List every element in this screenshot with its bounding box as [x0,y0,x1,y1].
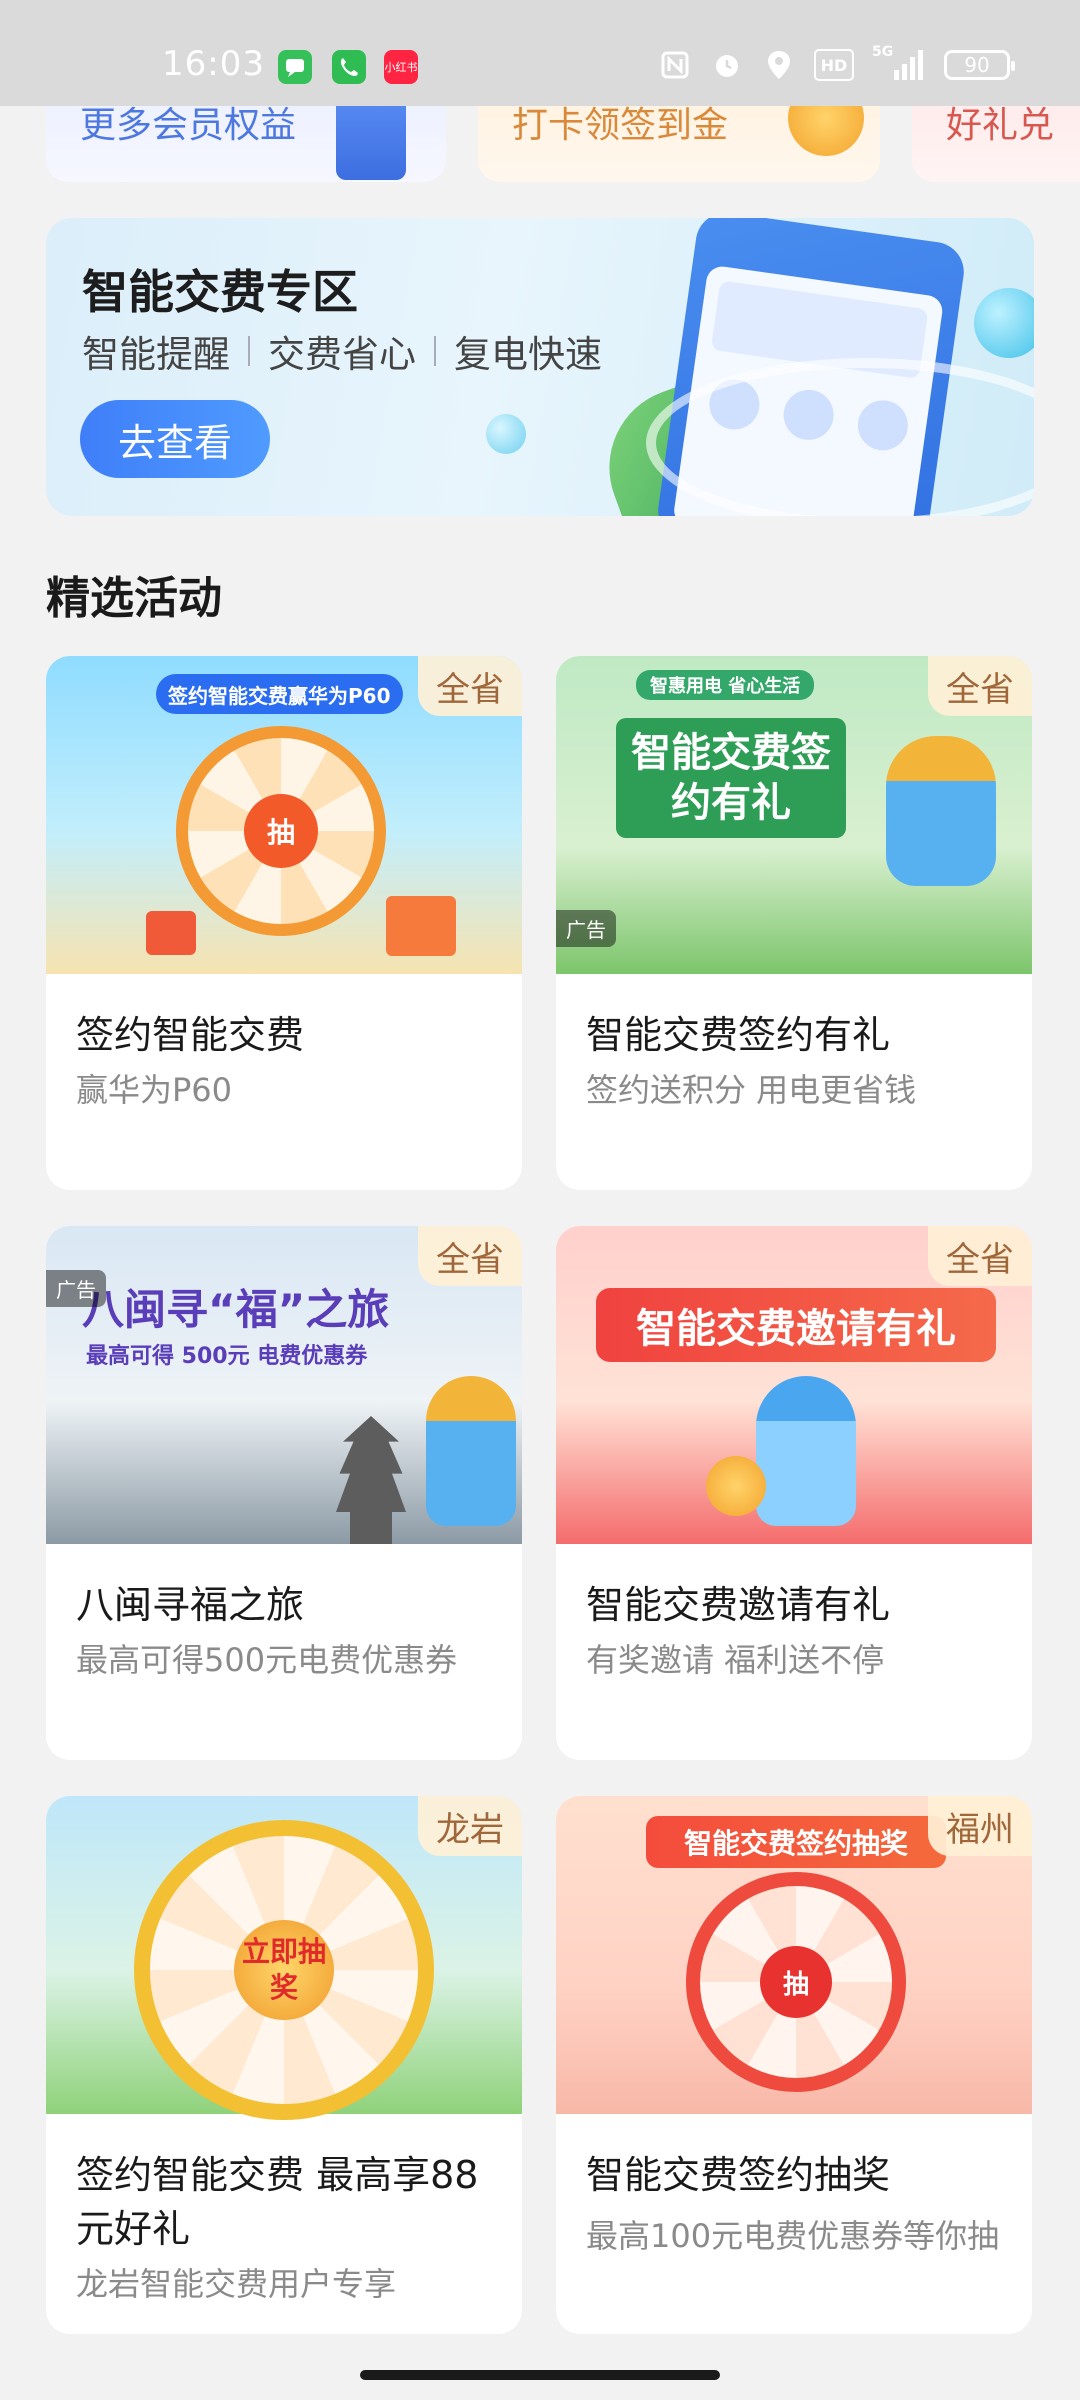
region-tag: 全省 [418,656,522,716]
banner-title: 智能交费专区 [82,265,358,319]
status-time: 16:03 [162,44,265,84]
ad-label: 广告 [556,910,616,947]
activity-subtitle: 有奖邀请 福利送不停 [586,1641,885,1679]
alarm-icon [710,48,744,82]
gold-coin-icon [706,1456,766,1516]
activity-title: 签约智能交费 [76,1013,305,1057]
bubble-decoration [974,288,1034,358]
activity-card[interactable]: 八闽寻“福”之旅 最高可得 500元 电费优惠券 广告 全省 八闽寻福之旅 最高… [46,1226,522,1760]
gift-box-icon [386,896,456,956]
view-button[interactable]: 去查看 [80,400,270,478]
mascot-illustration [886,736,996,886]
activity-card[interactable]: 智能交费签约抽奖 抽 福州 智能交费签约抽奖 最高100元电费优惠券等你抽 [556,1796,1032,2334]
activity-title: 八闽寻福之旅 [76,1583,305,1627]
mascot-illustration [426,1376,516,1526]
region-tag: 福州 [928,1796,1032,1856]
activity-card[interactable]: 立即抽奖 龙岩 签约智能交费 最高享88元好礼 龙岩智能交费用户专享 [46,1796,522,2334]
banner-sub-3: 复电快速 [454,333,602,376]
activity-card[interactable]: 智惠用电 省心生活 智能交费签约有礼 广告 全省 智能交费签约有礼 签约送积分 … [556,656,1032,1190]
activity-title: 智能交费签约抽奖 [586,2153,891,2197]
pagoda-illustration [336,1416,406,1544]
5g-signal-icon: 5G [872,44,926,82]
wheel-center: 立即抽奖 [234,1920,334,2020]
activity-subtitle: 赢华为P60 [76,1071,233,1109]
image-tagline: 最高可得 500元 电费优惠券 [86,1344,368,1369]
divider [434,336,436,366]
image-headline: 智能交费签约抽奖 [646,1816,946,1868]
banner-subtitle: 智能提醒 交费省心 复电快速 [82,324,602,378]
image-headline: 智能交费签约有礼 [616,718,846,838]
section-title: 精选活动 [46,573,222,624]
divider [248,336,250,366]
status-bar: 16:03 小红书 HD 5G 90 [0,0,1080,106]
xiaohongshu-app-icon: 小红书 [384,50,418,84]
battery-indicator: 90 [944,50,1015,80]
activity-subtitle: 最高可得500元电费优惠券 [76,1641,458,1679]
messages-app-icon [278,50,312,84]
image-headline: 签约智能交费赢华为P60 [156,674,403,714]
gift-box-icon [146,911,196,955]
network-label: 5G [872,44,894,60]
image-headline: 智能交费邀请有礼 [596,1288,996,1362]
banner-sub-2: 交费省心 [268,333,416,376]
location-icon [762,48,796,82]
nfc-icon [658,48,692,82]
activity-title: 智能交费签约有礼 [586,1013,891,1057]
region-tag: 龙岩 [418,1796,522,1856]
wheel-center: 抽 [244,794,318,868]
wheel-center: 抽 [760,1946,832,2018]
image-tagline: 智惠用电 省心生活 [636,670,815,700]
home-indicator[interactable] [360,2370,720,2380]
activity-subtitle: 龙岩智能交费用户专享 [76,2265,397,2303]
region-tag: 全省 [928,656,1032,716]
bubble-decoration [486,414,526,454]
image-headline: 八闽寻“福”之旅 [82,1285,390,1334]
activity-subtitle: 最高100元电费优惠券等你抽 [586,2217,1000,2255]
activity-title: 智能交费邀请有礼 [586,1583,891,1627]
mascot-illustration [756,1376,856,1526]
activity-subtitle: 签约送积分 用电更省钱 [586,1071,917,1109]
activity-card[interactable]: 签约智能交费赢华为P60 抽 全省 签约智能交费 赢华为P60 [46,656,522,1190]
activity-card[interactable]: 智能交费邀请有礼 全省 智能交费邀请有礼 有奖邀请 福利送不停 [556,1226,1032,1760]
phone-app-icon [332,50,366,84]
smart-payment-banner[interactable]: 智能交费专区 智能提醒 交费省心 复电快速 去查看 [46,218,1034,516]
region-tag: 全省 [928,1226,1032,1286]
ad-label: 广告 [46,1270,106,1307]
hd-icon: HD [814,49,854,81]
region-tag: 全省 [418,1226,522,1286]
banner-sub-1: 智能提醒 [82,333,230,376]
activity-title: 签约智能交费 最高享88元好礼 [76,2153,479,2251]
